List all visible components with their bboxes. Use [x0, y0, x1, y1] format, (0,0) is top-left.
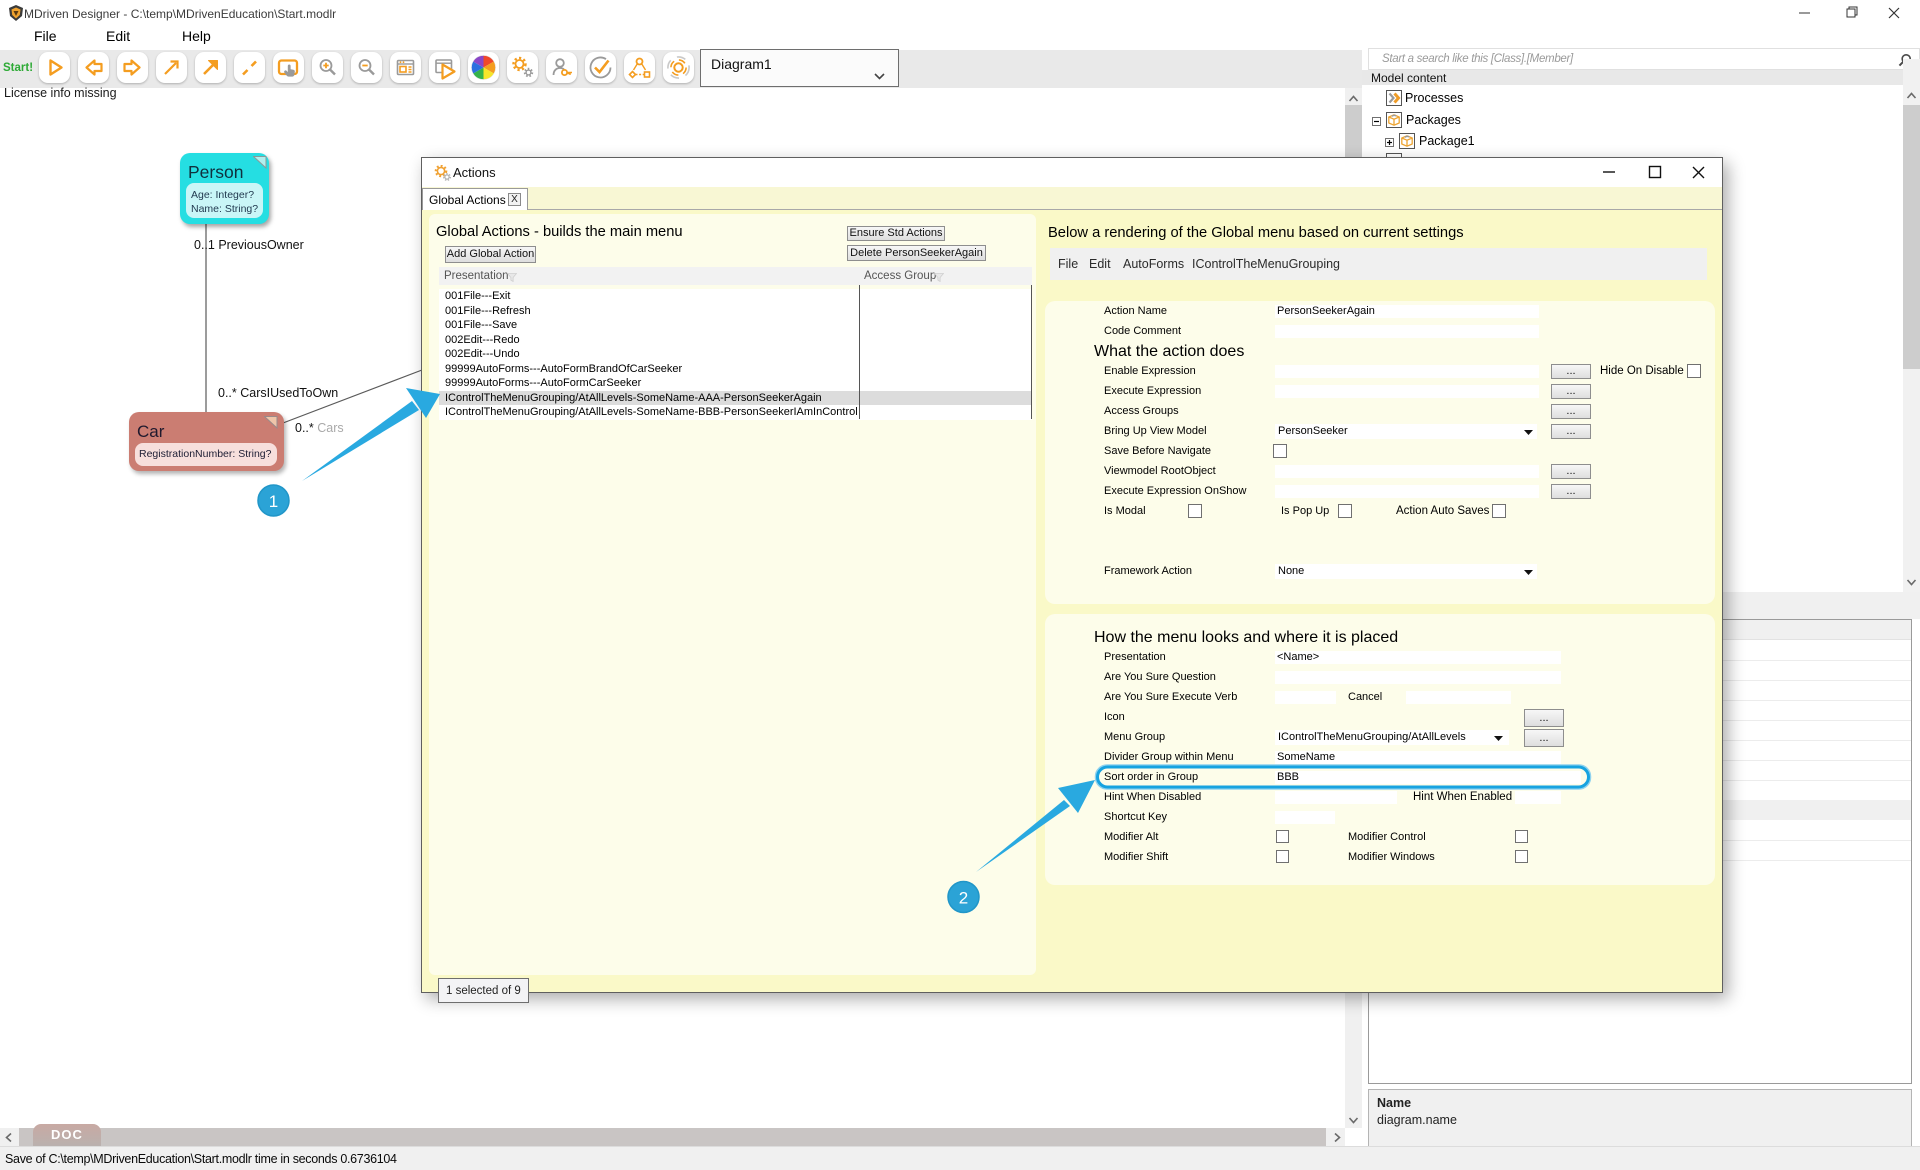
svg-text:1: 1 — [269, 492, 278, 511]
svg-text:2: 2 — [959, 889, 968, 908]
